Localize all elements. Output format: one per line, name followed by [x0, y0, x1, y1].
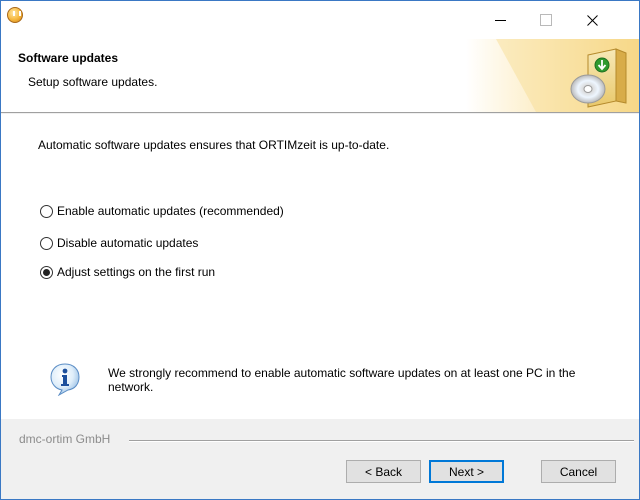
company-separator: dmc-ortim GmbH: [19, 432, 637, 446]
radio-button[interactable]: [40, 236, 53, 250]
next-button[interactable]: Next >: [429, 460, 504, 483]
maximize-button[interactable]: [523, 1, 569, 39]
wizard-header: Software updates Setup software updates.: [1, 39, 639, 113]
setup-wizard-window: Software updates Setup software updates.: [0, 0, 640, 500]
page-subtitle: Setup software updates.: [28, 75, 158, 89]
minimize-button[interactable]: [477, 1, 523, 39]
radio-button-selected[interactable]: [40, 265, 53, 279]
radio-label[interactable]: Disable automatic updates: [57, 236, 198, 250]
radio-label[interactable]: Adjust settings on the first run: [57, 265, 215, 279]
close-button[interactable]: [569, 1, 615, 39]
radio-label[interactable]: Enable automatic updates (recommended): [57, 204, 284, 218]
software-box-cd-icon: [466, 39, 639, 112]
separator-line: [129, 440, 634, 442]
radio-disable-updates[interactable]: Disable automatic updates: [40, 236, 198, 250]
close-icon: [586, 14, 598, 26]
radio-button[interactable]: [40, 204, 53, 218]
radio-enable-updates[interactable]: Enable automatic updates (recommended): [40, 204, 284, 218]
installer-icon: [7, 7, 23, 23]
information-icon: [49, 362, 81, 397]
wizard-content: Automatic software updates ensures that …: [1, 114, 639, 419]
company-name: dmc-ortim GmbH: [19, 432, 115, 446]
info-text: We strongly recommend to enable automati…: [108, 366, 576, 394]
title-bar[interactable]: [1, 1, 639, 39]
page-title: Software updates: [18, 51, 119, 65]
back-button[interactable]: < Back: [346, 460, 421, 483]
radio-adjust-first-run[interactable]: Adjust settings on the first run: [40, 265, 215, 279]
cancel-button[interactable]: Cancel: [541, 460, 616, 483]
intro-text: Automatic software updates ensures that …: [38, 138, 390, 152]
